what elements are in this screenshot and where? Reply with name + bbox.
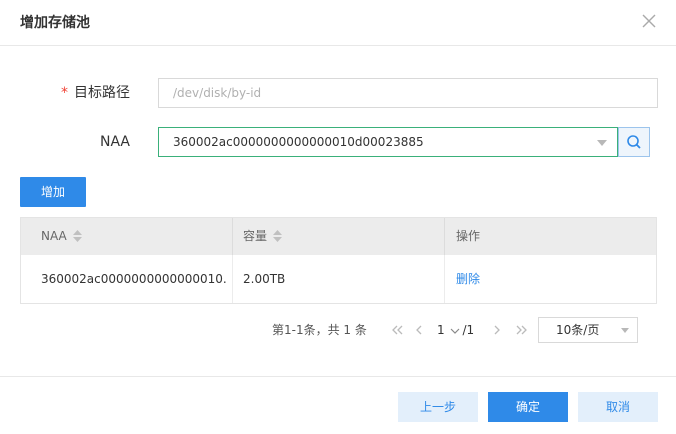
chevron-down-icon: [597, 140, 607, 146]
table-row: 360002ac0000000000000010... 2.00TB 删除: [21, 255, 656, 303]
page-size-select[interactable]: 10条/页: [538, 317, 638, 343]
search-button[interactable]: [618, 127, 650, 157]
close-icon: [642, 14, 656, 28]
first-page-icon: [392, 325, 403, 335]
cell-capacity: 2.00TB: [243, 272, 286, 286]
footer-divider: [0, 376, 676, 377]
prev-page-button[interactable]: [414, 320, 424, 347]
current-page-value: 1: [437, 323, 445, 337]
column-header-capacity[interactable]: 容量: [243, 218, 283, 255]
column-header-naa-label: NAA: [41, 229, 67, 243]
column-header-action: 操作: [456, 229, 481, 243]
page-size-value: 10条/页: [556, 323, 600, 337]
target-path-input[interactable]: /dev/disk/by-id: [158, 78, 658, 108]
confirm-button[interactable]: 确定: [488, 392, 568, 422]
cell-divider: [232, 255, 233, 303]
storage-table: NAA 容量 操作 360002ac0000000000000010... 2.…: [20, 217, 657, 304]
close-button[interactable]: [638, 10, 660, 32]
add-button[interactable]: 增加: [20, 177, 86, 207]
target-path-label-text: 目标路径: [74, 85, 130, 101]
chevron-down-icon: [621, 328, 629, 333]
next-page-icon: [494, 325, 500, 335]
cell-naa: 360002ac0000000000000010...: [41, 272, 227, 286]
required-mark: *: [61, 85, 68, 101]
cell-divider: [444, 255, 445, 303]
prev-page-icon: [416, 325, 422, 335]
naa-select[interactable]: 360002ac0000000000000010d00023885: [158, 127, 618, 157]
current-page-select[interactable]: 1 /1: [437, 320, 474, 340]
delete-link[interactable]: 删除: [456, 255, 480, 303]
first-page-button[interactable]: [390, 320, 404, 347]
search-icon: [627, 135, 641, 149]
dialog-header: 增加存储池: [0, 0, 676, 46]
next-page-button[interactable]: [492, 320, 502, 347]
column-header-naa[interactable]: NAA: [41, 218, 82, 255]
naa-select-value: 360002ac0000000000000010d00023885: [173, 135, 424, 149]
dialog-title: 增加存储池: [20, 15, 90, 31]
chevron-down-icon: [451, 328, 460, 334]
column-header-capacity-label: 容量: [243, 229, 268, 243]
table-header: NAA 容量 操作: [21, 218, 656, 255]
column-divider: [232, 218, 233, 255]
column-divider: [444, 218, 445, 255]
prev-step-button[interactable]: 上一步: [398, 392, 478, 422]
sort-icon: [273, 229, 283, 242]
cancel-button[interactable]: 取消: [578, 392, 658, 422]
last-page-icon: [516, 325, 527, 335]
target-path-label: * 目标路径: [50, 83, 130, 103]
sort-icon: [72, 229, 82, 242]
pagination-summary: 第1-1条，共 1 条: [272, 323, 367, 337]
total-pages: /1: [462, 323, 475, 337]
naa-label: NAA: [99, 134, 130, 150]
last-page-button[interactable]: [515, 320, 529, 347]
